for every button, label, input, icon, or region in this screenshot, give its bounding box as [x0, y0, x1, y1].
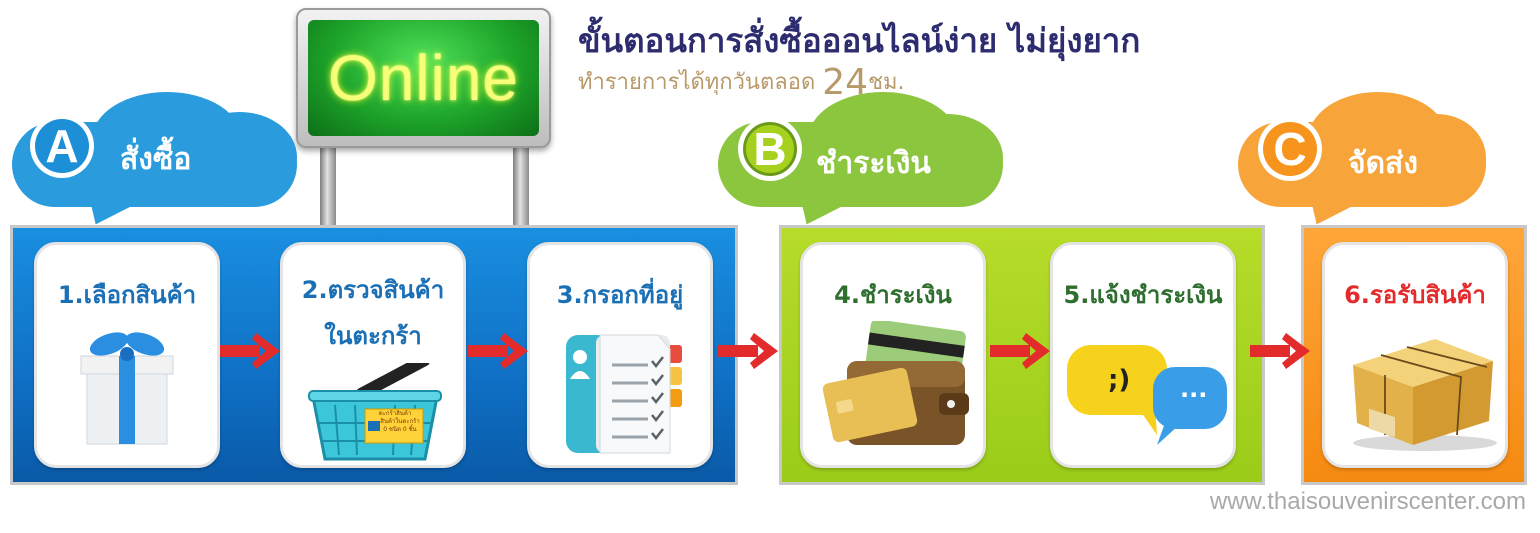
- stage-a-badge: A: [30, 114, 94, 178]
- step-card-4: 4.ชำระเงิน: [800, 242, 986, 468]
- arrow-right-icon: [468, 333, 528, 369]
- stage-c-label: จัดส่ง: [1348, 146, 1419, 181]
- arrow-right-icon: [220, 333, 280, 369]
- stage-b-label: ชำระเงิน: [816, 146, 931, 181]
- basket-tag-line2: สินค้าในตะกร้า: [380, 418, 420, 425]
- stage-b-cloud: B ชำระเงิน: [718, 92, 1008, 234]
- stage-c-badge: C: [1258, 117, 1322, 181]
- step-5-label: 5.แจ้งชำระเงิน: [1063, 281, 1223, 309]
- arrow-right-icon: [1250, 333, 1310, 369]
- step-4-label: 4.ชำระเงิน: [834, 281, 952, 309]
- arrow-right-icon: [718, 333, 778, 369]
- step-card-2: 2.ตรวจสินค้า ในตะกร้า ตะกร้าสินค้า สินค้…: [280, 242, 466, 468]
- stage-c-letter: C: [1263, 122, 1317, 176]
- parcel-box-icon: [1353, 339, 1497, 451]
- stage-c-cloud: C จัดส่ง: [1238, 92, 1490, 234]
- step-card-6: 6.รอรับสินค้า: [1322, 242, 1508, 468]
- step-1-label: 1.เลือกสินค้า: [57, 281, 197, 309]
- online-sign: Online: [296, 8, 551, 148]
- page-title: ขั้นตอนการสั่งซื้อออนไลน์ง่าย ไม่ยุ่งยาก: [578, 21, 1141, 60]
- step-card-5: 5.แจ้งชำระเงิน ;) ...: [1050, 242, 1236, 468]
- step-card-3: 3.กรอกที่อยู่: [527, 242, 713, 468]
- arrow-right-icon: [990, 333, 1050, 369]
- step-2-label-line2: ในตะกร้า: [324, 322, 422, 350]
- stage-a-cloud: A สั่งซื้อ: [12, 92, 302, 234]
- basket-tag-line3: 0 ชนิด 0 ชิ้น: [383, 426, 417, 433]
- online-sign-board: Online: [308, 20, 539, 136]
- step-2-label-line1: 2.ตรวจสินค้า: [301, 276, 445, 304]
- gift-box-icon: [80, 332, 174, 445]
- step-3-label: 3.กรอกที่อยู่: [556, 281, 684, 309]
- stage-b-badge: B: [738, 117, 802, 181]
- stage-b-letter: B: [743, 122, 797, 176]
- stage-a-letter: A: [35, 119, 89, 173]
- online-sign-text: Online: [328, 42, 519, 114]
- watermark: www.thaisouvenirscenter.com: [1209, 488, 1526, 515]
- address-book-icon: [566, 334, 682, 454]
- step-2-label: 2.ตรวจสินค้า ในตะกร้า: [283, 267, 463, 359]
- step-card-1: 1.เลือกสินค้า: [34, 242, 220, 468]
- basket-tag: ตะกร้าสินค้า สินค้าในตะกร้า 0 ชนิด 0 ชิ้…: [367, 410, 423, 434]
- chat-smiley: ;): [1108, 365, 1131, 395]
- stage-a-label: สั่งซื้อ: [120, 142, 192, 177]
- basket-tag-line1: ตะกร้าสินค้า: [378, 410, 412, 417]
- step-6-label: 6.รอรับสินค้า: [1344, 281, 1486, 309]
- wallet-icon: [822, 321, 969, 445]
- chat-dots: ...: [1180, 375, 1208, 403]
